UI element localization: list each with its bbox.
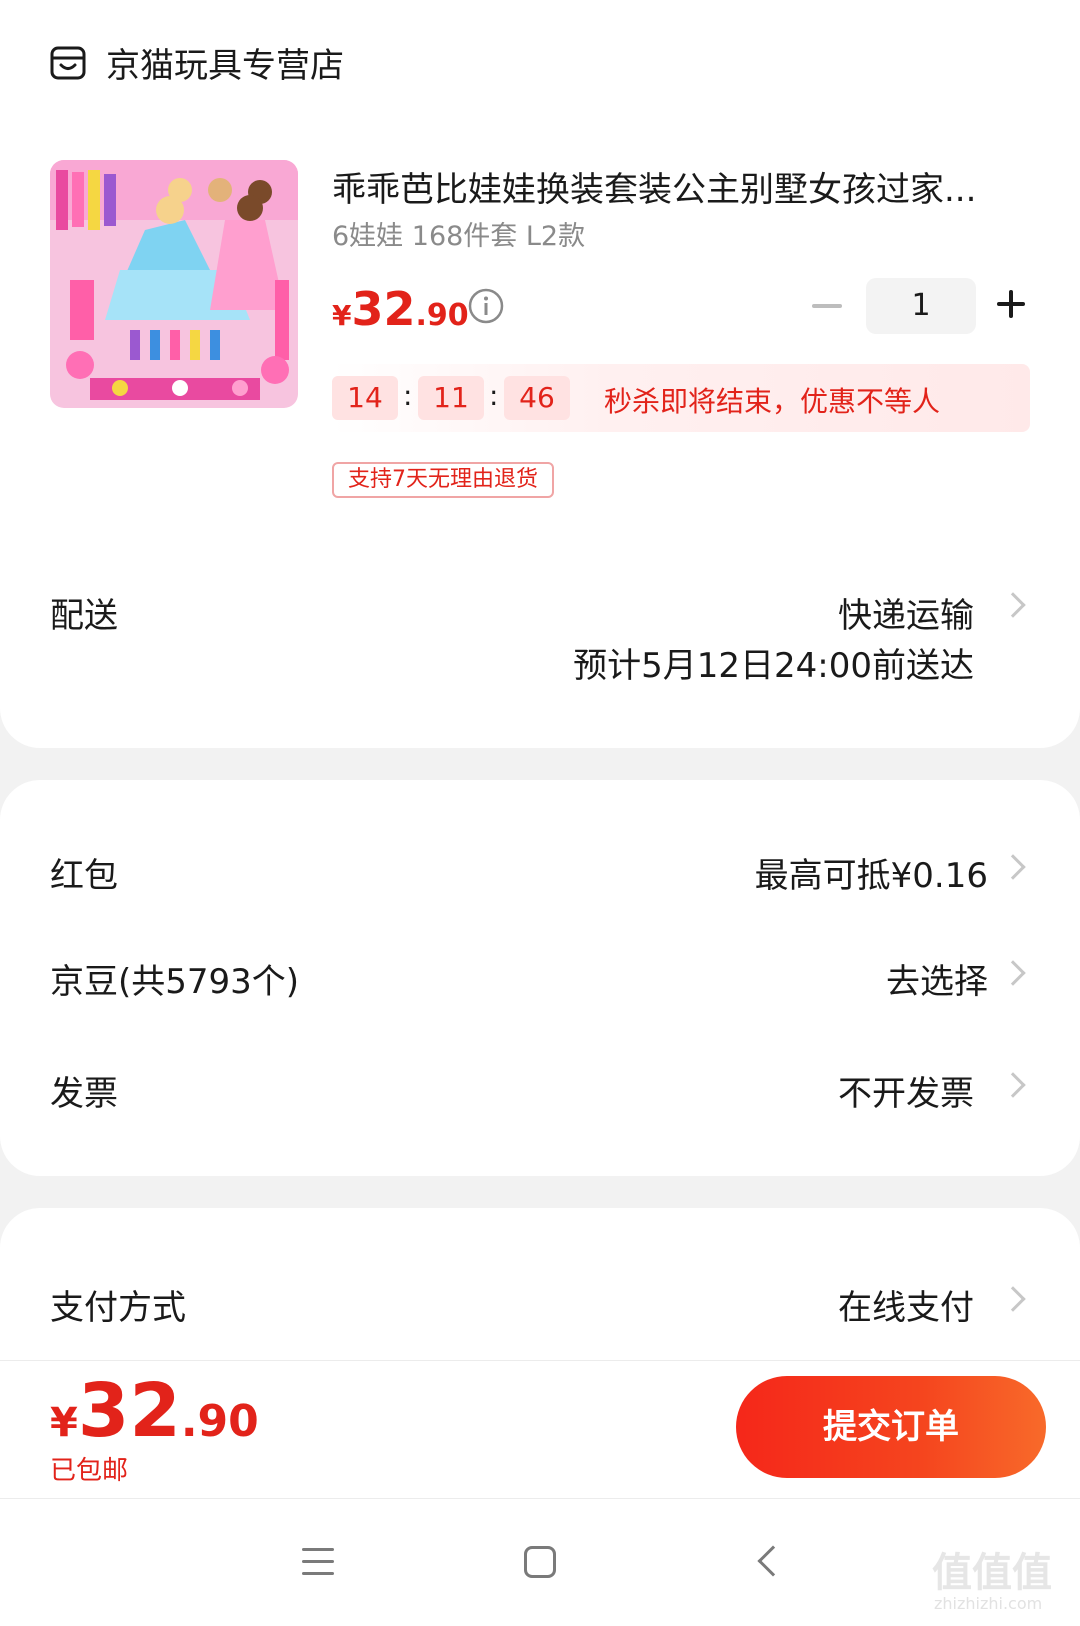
return-policy-badge: 支持7天无理由退货 — [332, 462, 554, 498]
countdown-hours: 14 — [332, 376, 398, 420]
store-header[interactable]: 京猫玩具专营店 — [50, 38, 344, 87]
countdown-minutes: 11 — [418, 376, 484, 420]
price-decimal: .90 — [415, 298, 469, 333]
price-currency: ¥ — [332, 299, 352, 332]
quantity-increase-button[interactable] — [997, 290, 1025, 318]
countdown-separator: : — [403, 379, 413, 412]
invoice-label: 发票 — [50, 1074, 118, 1114]
flash-sale-text: 秒杀即将结束，优惠不等人 — [604, 385, 941, 418]
watermark-logo: 值值值 — [932, 1550, 1052, 1596]
total-currency: ¥ — [50, 1400, 78, 1446]
red-packet-label: 红包 — [50, 856, 118, 896]
menu-icon[interactable] — [302, 1548, 334, 1576]
store-name: 京猫玩具专营店 — [106, 46, 344, 86]
delivery-method[interactable]: 快递运输 — [838, 588, 974, 637]
home-icon[interactable] — [524, 1546, 556, 1578]
submit-order-button[interactable]: 提交订单 — [736, 1376, 1046, 1478]
shipping-status: 已包邮 — [50, 1456, 129, 1486]
red-packet-value[interactable]: 最高可抵¥0.16 — [755, 848, 988, 897]
price-integer: 32 — [351, 282, 416, 336]
jd-beans-value[interactable]: 去选择 — [886, 954, 988, 1003]
total-decimal: .90 — [180, 1396, 259, 1447]
product-price: ¥ 32 .90 — [332, 282, 469, 336]
payment-label: 支付方式 — [50, 1288, 186, 1328]
countdown-separator: : — [489, 379, 499, 412]
delivery-label: 配送 — [50, 596, 118, 636]
quantity-decrease-button[interactable] — [812, 304, 842, 308]
product-title[interactable]: 乖乖芭比娃娃换装套装公主别墅女孩过家... — [332, 162, 1022, 211]
product-spec[interactable]: 6娃娃 168件套 L2款 — [332, 214, 585, 253]
quantity-input[interactable]: 1 — [866, 278, 976, 334]
countdown-seconds: 46 — [504, 376, 570, 420]
total-price: ¥ 32 .90 — [50, 1368, 259, 1454]
info-icon[interactable] — [468, 288, 504, 324]
total-integer: 32 — [77, 1368, 181, 1454]
invoice-value[interactable]: 不开发票 — [838, 1066, 974, 1115]
watermark-url: zhizhizhi.com — [934, 1594, 1043, 1613]
product-image[interactable] — [50, 160, 298, 408]
store-icon — [50, 46, 86, 79]
payment-value[interactable]: 在线支付 — [838, 1280, 974, 1329]
jd-beans-label: 京豆(共5793个) — [50, 962, 300, 1002]
delivery-eta: 预计5月12日24:00前送达 — [573, 646, 974, 686]
